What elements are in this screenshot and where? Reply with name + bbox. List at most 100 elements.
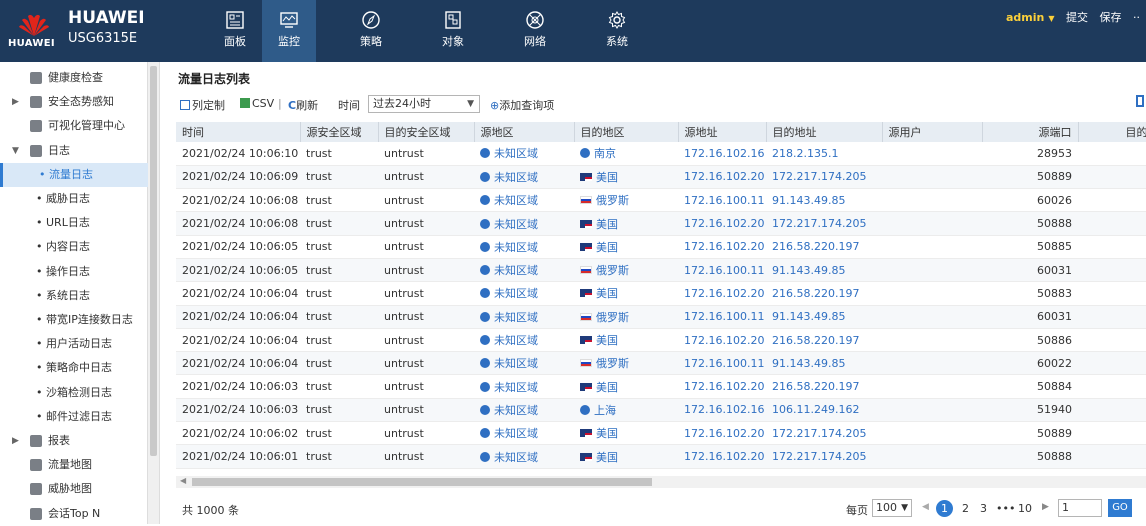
ip-address-link[interactable]: 172.217.174.205 <box>772 427 866 440</box>
collapse-arrow-icon[interactable]: ▶ <box>12 429 19 453</box>
ip-address-link[interactable]: 216.58.220.197 <box>772 240 859 253</box>
ip-address-link[interactable]: 172.217.174.205 <box>772 170 866 183</box>
nav-network[interactable]: 网络 <box>508 0 562 62</box>
region-link[interactable]: 未知区域 <box>494 287 538 300</box>
more-link[interactable]: ·· <box>1133 11 1140 24</box>
page-size-select[interactable]: 100 ▼ <box>872 499 912 517</box>
sidebar-item[interactable]: 可视化管理中心 <box>0 114 148 138</box>
sidebar-item[interactable]: • 内容日志 <box>0 235 148 259</box>
ip-address-link[interactable]: 172.16.102.20 <box>684 427 764 440</box>
ip-address-link[interactable]: 172.16.100.11 <box>684 357 764 370</box>
column-header[interactable]: 目的端口 <box>1078 122 1146 142</box>
ip-address-link[interactable]: 172.16.102.20 <box>684 170 764 183</box>
column-header[interactable]: 源端口 <box>982 122 1079 142</box>
column-header[interactable]: 源地址 <box>678 122 767 142</box>
submit-link[interactable]: 提交 <box>1066 11 1088 24</box>
sidebar-item[interactable]: 会话Top N <box>0 502 148 526</box>
ip-address-link[interactable]: 216.58.220.197 <box>772 287 859 300</box>
page-2-button[interactable]: 2 <box>962 502 969 515</box>
page-1-button[interactable]: 1 <box>936 500 953 517</box>
user-menu-caret-icon[interactable]: ▼ <box>1048 14 1054 23</box>
region-link[interactable]: 美国 <box>596 218 618 231</box>
region-link[interactable]: 俄罗斯 <box>596 264 629 277</box>
ip-address-link[interactable]: 106.11.249.162 <box>772 403 859 416</box>
table-row[interactable]: 2021/02/24 10:06:04 trust untrust 未知区域 俄罗斯 17… <box>176 305 1146 329</box>
csv-export-button[interactable]: CSV <box>240 97 274 110</box>
ip-address-link[interactable]: 172.16.102.20 <box>684 217 764 230</box>
nav-system[interactable]: 系统 <box>590 0 644 62</box>
table-row[interactable]: 2021/02/24 10:06:05 trust untrust 未知区域 美国 172… <box>176 235 1146 259</box>
ip-address-link[interactable]: 91.143.49.85 <box>772 264 845 277</box>
ip-address-link[interactable]: 91.143.49.85 <box>772 194 845 207</box>
ip-address-link[interactable]: 172.16.102.20 <box>684 380 764 393</box>
region-link[interactable]: 未知区域 <box>494 147 538 160</box>
region-link[interactable]: 未知区域 <box>494 264 538 277</box>
nav-object[interactable]: 对象 <box>426 0 480 62</box>
table-row[interactable]: 2021/02/24 10:06:04 trust untrust 未知区域 美国 172… <box>176 281 1146 306</box>
region-link[interactable]: 美国 <box>596 451 618 464</box>
region-link[interactable]: 未知区域 <box>494 357 538 370</box>
ip-address-link[interactable]: 91.143.49.85 <box>772 357 845 370</box>
table-row[interactable]: 2021/02/24 10:06:04 trust untrust 未知区域 俄罗斯 17… <box>176 351 1146 376</box>
table-row[interactable]: 2021/02/24 10:06:09 trust untrust 未知区域 美国 172… <box>176 165 1146 190</box>
ip-address-link[interactable]: 216.58.220.197 <box>772 380 859 393</box>
expand-panel-icon[interactable] <box>1136 95 1144 107</box>
table-row[interactable]: 2021/02/24 10:06:08 trust untrust 未知区域 俄罗斯 17… <box>176 188 1146 213</box>
scroll-thumb[interactable] <box>192 478 652 486</box>
table-row[interactable]: 2021/02/24 10:06:05 trust untrust 未知区域 俄罗斯 17… <box>176 258 1146 283</box>
ip-address-link[interactable]: 172.16.102.20 <box>684 240 764 253</box>
time-range-select[interactable]: 过去24小时 ▼ <box>368 95 480 113</box>
region-link[interactable]: 美国 <box>596 381 618 394</box>
column-customize-button[interactable]: 列定制 <box>180 97 225 113</box>
scroll-left-icon[interactable]: ◀ <box>180 476 186 485</box>
expand-arrow-icon[interactable]: ▼ <box>12 139 19 163</box>
ip-address-link[interactable]: 172.16.102.20 <box>684 450 764 463</box>
table-row[interactable]: 2021/02/24 10:06:03 trust untrust 未知区域 美国 172… <box>176 374 1146 399</box>
region-link[interactable]: 未知区域 <box>494 241 538 254</box>
ip-address-link[interactable]: 172.16.100.11 <box>684 264 764 277</box>
table-row[interactable]: 2021/02/24 10:06:10 trust untrust 未知区域 南京 172… <box>176 142 1146 166</box>
sidebar-item[interactable]: 流量地图 <box>0 453 148 477</box>
sidebar-item[interactable]: • 带宽IP连接数日志 <box>0 308 148 332</box>
table-row[interactable]: 2021/02/24 10:06:03 trust untrust 未知区域 上海 172… <box>176 398 1146 423</box>
column-header[interactable]: 目的地区 <box>574 122 679 142</box>
nav-policy[interactable]: 策略 <box>344 0 398 62</box>
next-page-icon[interactable]: ▶ <box>1042 502 1049 512</box>
sidebar-item[interactable]: • 威胁日志 <box>0 187 148 211</box>
region-link[interactable]: 俄罗斯 <box>596 357 629 370</box>
sidebar-item[interactable]: • 操作日志 <box>0 260 148 284</box>
ip-address-link[interactable]: 172.16.100.11 <box>684 194 764 207</box>
region-link[interactable]: 未知区域 <box>494 218 538 231</box>
goto-page-input[interactable]: 1 <box>1058 499 1102 517</box>
region-link[interactable]: 美国 <box>596 334 618 347</box>
nav-dashboard[interactable]: 面板 <box>208 0 262 62</box>
column-header[interactable]: 源用户 <box>882 122 983 142</box>
region-link[interactable]: 南京 <box>594 147 616 160</box>
save-link[interactable]: 保存 <box>1100 11 1122 24</box>
nav-monitor[interactable]: 监控 <box>262 0 316 62</box>
ip-address-link[interactable]: 172.217.174.205 <box>772 217 866 230</box>
column-header[interactable]: 时间 <box>176 122 301 142</box>
user-menu[interactable]: admin <box>1006 11 1044 24</box>
ip-address-link[interactable]: 218.2.135.1 <box>772 147 838 160</box>
region-link[interactable]: 未知区域 <box>494 404 538 417</box>
column-header[interactable]: 源安全区域 <box>300 122 379 142</box>
table-row[interactable]: 2021/02/24 10:06:08 trust untrust 未知区域 美国 172… <box>176 211 1146 236</box>
ip-address-link[interactable]: 172.16.100.11 <box>684 310 764 323</box>
refresh-button[interactable]: C刷新 <box>288 97 318 113</box>
region-link[interactable]: 上海 <box>594 404 616 417</box>
ip-address-link[interactable]: 172.217.174.205 <box>772 450 866 463</box>
region-link[interactable]: 美国 <box>596 427 618 440</box>
column-header[interactable]: 目的安全区域 <box>378 122 475 142</box>
sidebar-item[interactable]: • 用户活动日志 <box>0 332 148 356</box>
ip-address-link[interactable]: 216.58.220.197 <box>772 334 859 347</box>
page-3-button[interactable]: 3 <box>980 502 987 515</box>
column-header[interactable]: 目的地址 <box>766 122 883 142</box>
ip-address-link[interactable]: 172.16.102.20 <box>684 334 764 347</box>
region-link[interactable]: 美国 <box>596 287 618 300</box>
sidebar-item[interactable]: • URL日志 <box>0 211 148 235</box>
table-row[interactable]: 2021/02/24 10:06:02 trust untrust 未知区域 美国 172… <box>176 421 1146 446</box>
sidebar-item[interactable]: • 邮件过滤日志 <box>0 405 148 429</box>
sidebar-scrollbar[interactable] <box>148 62 160 524</box>
sidebar-item[interactable]: 健康度检查 <box>0 66 148 90</box>
